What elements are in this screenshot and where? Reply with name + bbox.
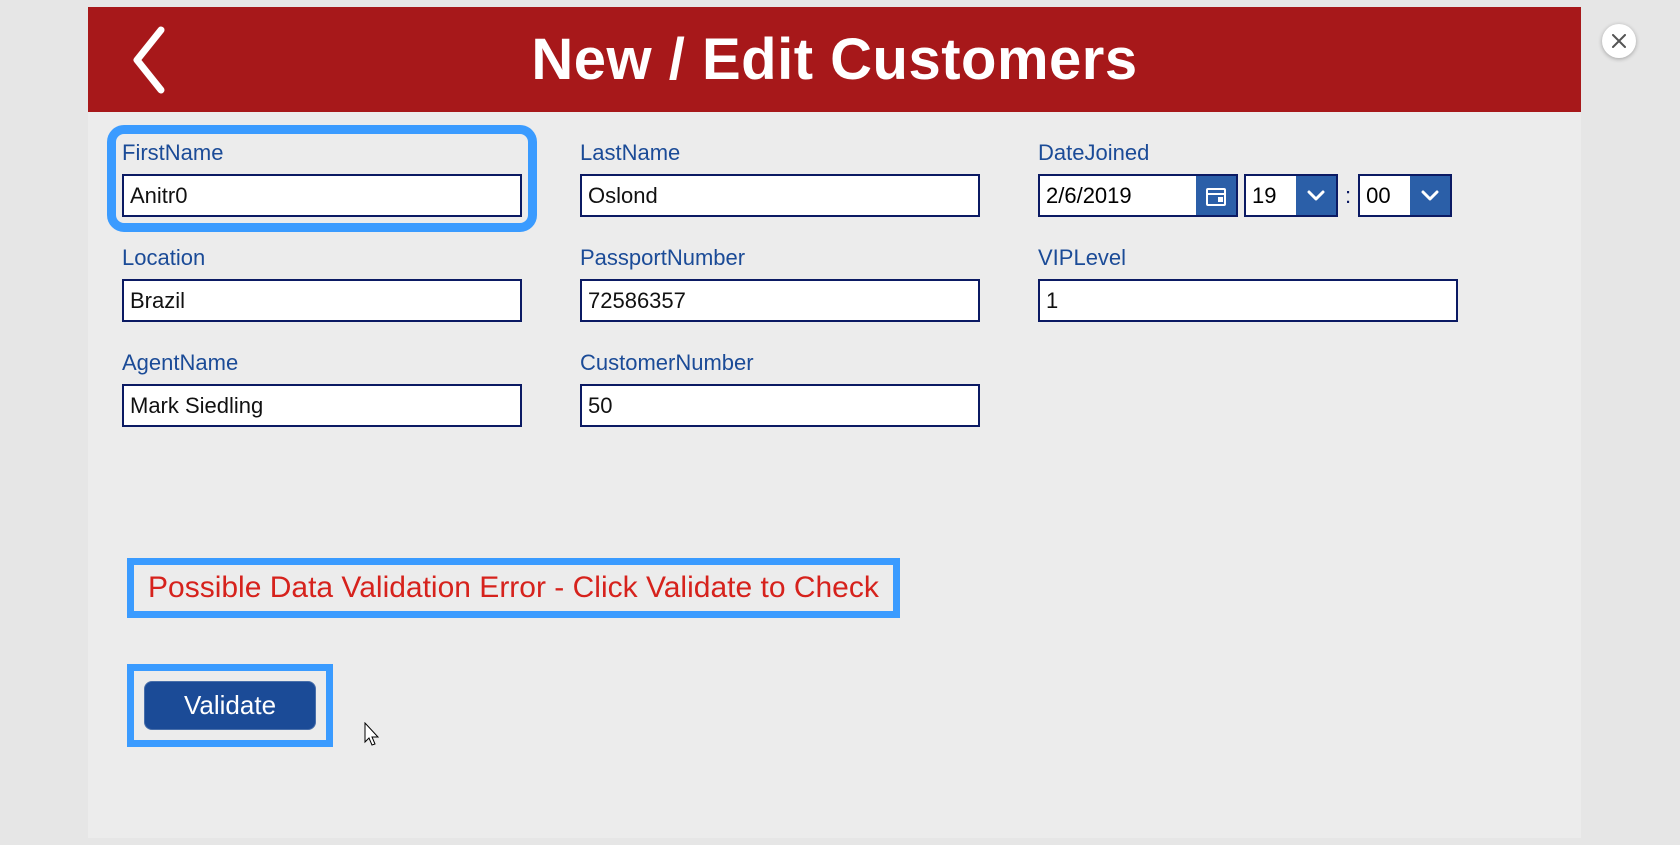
datejoined-minute-box bbox=[1358, 174, 1452, 217]
field-datejoined: DateJoined bbox=[1038, 140, 1468, 217]
label-datejoined: DateJoined bbox=[1038, 140, 1468, 166]
back-button[interactable] bbox=[118, 20, 178, 100]
validate-button-highlight: Validate bbox=[134, 671, 326, 740]
input-location[interactable] bbox=[122, 279, 522, 322]
label-customernumber: CustomerNumber bbox=[580, 350, 980, 376]
validate-button[interactable]: Validate bbox=[144, 681, 316, 730]
datejoined-controls: : bbox=[1038, 174, 1468, 217]
datejoined-date-box bbox=[1038, 174, 1238, 217]
input-datejoined-minute[interactable] bbox=[1360, 176, 1410, 215]
field-agentname: AgentName bbox=[122, 350, 522, 427]
label-lastname: LastName bbox=[580, 140, 980, 166]
datejoined-minute-dropdown[interactable] bbox=[1410, 176, 1450, 215]
field-passportnumber: PassportNumber bbox=[580, 245, 980, 322]
header-bar: New / Edit Customers bbox=[88, 7, 1581, 112]
label-location: Location bbox=[122, 245, 522, 271]
datejoined-hour-dropdown[interactable] bbox=[1296, 176, 1336, 215]
label-agentname: AgentName bbox=[122, 350, 522, 376]
field-lastname: LastName bbox=[580, 140, 980, 217]
input-datejoined-hour[interactable] bbox=[1246, 176, 1296, 215]
field-viplevel: VIPLevel bbox=[1038, 245, 1458, 322]
datejoined-hour-box bbox=[1244, 174, 1338, 217]
form-row-2: Location PassportNumber VIPLevel bbox=[122, 245, 1547, 322]
close-icon bbox=[1612, 34, 1626, 48]
label-firstname: FirstName bbox=[122, 140, 522, 166]
chevron-down-icon bbox=[1307, 190, 1325, 202]
close-button[interactable] bbox=[1602, 24, 1636, 58]
input-customernumber[interactable] bbox=[580, 384, 980, 427]
page-title: New / Edit Customers bbox=[88, 26, 1581, 93]
input-datejoined-date[interactable] bbox=[1040, 176, 1196, 215]
app-window: New / Edit Customers FirstName LastName … bbox=[88, 7, 1581, 838]
calendar-icon bbox=[1205, 185, 1227, 207]
label-passportnumber: PassportNumber bbox=[580, 245, 980, 271]
time-separator: : bbox=[1344, 183, 1352, 209]
input-lastname[interactable] bbox=[580, 174, 980, 217]
input-firstname[interactable] bbox=[122, 174, 522, 217]
label-viplevel: VIPLevel bbox=[1038, 245, 1458, 271]
form-area: FirstName LastName DateJoined bbox=[88, 112, 1581, 740]
input-passportnumber[interactable] bbox=[580, 279, 980, 322]
validation-message: Possible Data Validation Error - Click V… bbox=[134, 565, 893, 611]
form-row-1: FirstName LastName DateJoined bbox=[122, 140, 1547, 217]
field-customernumber: CustomerNumber bbox=[580, 350, 980, 427]
form-row-3: AgentName CustomerNumber bbox=[122, 350, 1547, 427]
input-agentname[interactable] bbox=[122, 384, 522, 427]
field-firstname: FirstName bbox=[122, 140, 522, 217]
datejoined-calendar-button[interactable] bbox=[1196, 176, 1236, 215]
chevron-left-icon bbox=[127, 24, 169, 96]
chevron-down-icon bbox=[1421, 190, 1439, 202]
field-location: Location bbox=[122, 245, 522, 322]
input-viplevel[interactable] bbox=[1038, 279, 1458, 322]
